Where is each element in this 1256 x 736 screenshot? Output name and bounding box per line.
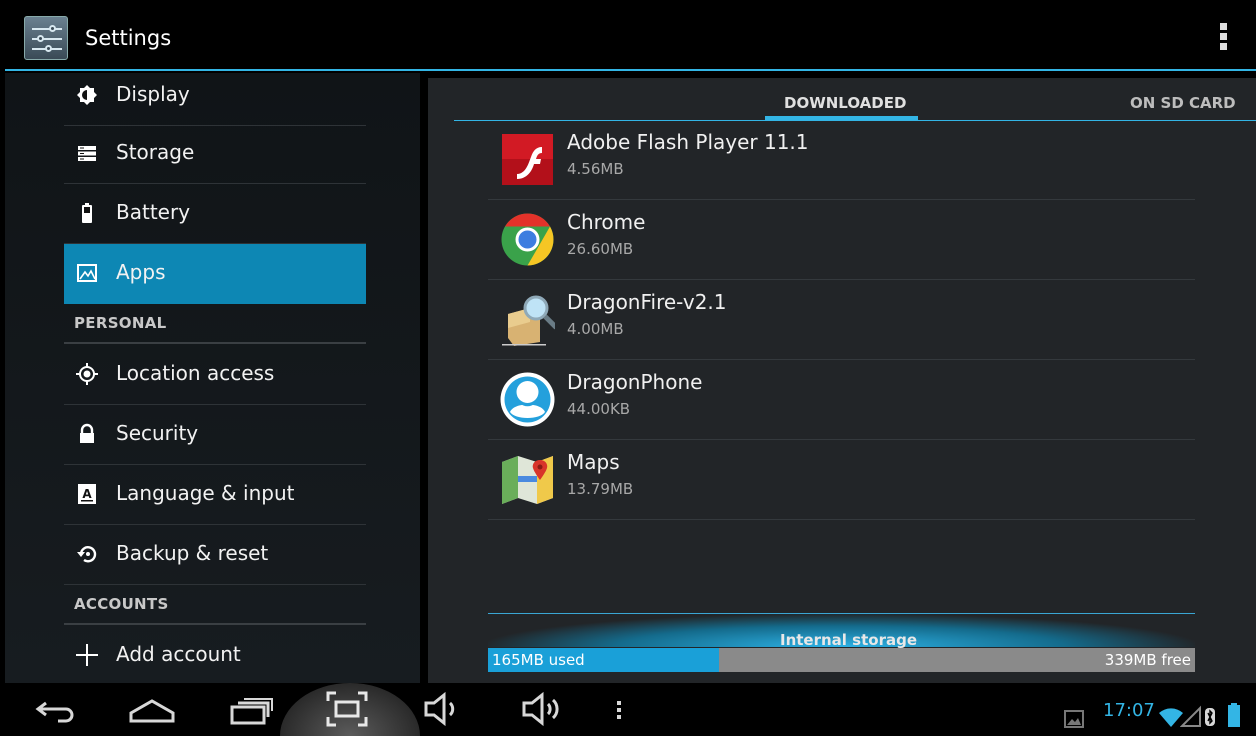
section-header-personal: PERSONAL (64, 304, 366, 344)
battery-status-icon (1228, 703, 1240, 727)
app-name: Chrome (567, 210, 646, 234)
sidebar-item-label: Display (116, 82, 190, 106)
sidebar-item-storage[interactable]: Storage (64, 124, 366, 184)
svg-text:A: A (82, 487, 92, 501)
app-name: DragonFire-v2.1 (567, 290, 727, 314)
recent-apps-icon[interactable] (228, 691, 276, 727)
action-bar: Settings (5, 5, 1256, 71)
app-size: 4.00MB (567, 320, 624, 338)
bluetooth-icon (1205, 708, 1215, 726)
sidebar-item-label: Security (116, 421, 199, 445)
sidebar-item-security[interactable]: Security (64, 405, 366, 465)
sidebar-item-label: Storage (116, 140, 195, 164)
app-name: Maps (567, 450, 620, 474)
overflow-menu-icon[interactable] (1220, 23, 1228, 53)
app-size: 44.00KB (567, 400, 631, 418)
app-size: 13.79MB (567, 480, 634, 498)
sidebar-item-label: Language & input (116, 481, 295, 505)
sidebar-item-apps[interactable]: Apps (64, 244, 366, 304)
list-item[interactable]: Chrome 26.60MB (488, 200, 1195, 280)
section-header-accounts: ACCOUNTS (64, 585, 366, 625)
backup-icon (77, 546, 97, 563)
sidebar-item-display[interactable]: Display (64, 73, 366, 126)
volume-down-icon[interactable] (424, 691, 464, 727)
back-icon[interactable] (30, 691, 78, 727)
chrome-icon (501, 213, 554, 266)
sidebar-item-add-account[interactable]: Add account (64, 626, 366, 683)
app-name: DragonPhone (567, 370, 703, 394)
settings-sliders-icon[interactable] (24, 16, 68, 60)
signal-icon (1180, 705, 1201, 727)
lock-icon (80, 423, 94, 443)
package-magnifier-icon (502, 295, 555, 346)
maps-icon (502, 456, 553, 504)
section-header-label: ACCOUNTS (74, 595, 169, 613)
dragonphone-icon (500, 372, 555, 427)
home-icon[interactable] (127, 691, 177, 727)
sidebar-item-location-access[interactable]: Location access (64, 345, 366, 405)
storage-bar: 165MB used 339MB free (488, 648, 1195, 672)
battery-icon (82, 203, 92, 223)
tab-bar: DOWNLOADED ON SD CARD (454, 78, 1256, 121)
sidebar-item-label: Backup & reset (116, 541, 269, 565)
internal-storage-meter: Internal storage 165MB used 339MB free (488, 613, 1195, 673)
sidebar-item-battery[interactable]: Battery (64, 184, 366, 244)
tab-on-sd-card[interactable]: ON SD CARD (1130, 94, 1236, 112)
gallery-notification-icon (1064, 710, 1084, 728)
list-item[interactable]: DragonFire-v2.1 4.00MB (488, 280, 1195, 360)
list-item[interactable]: DragonPhone 44.00KB (488, 360, 1195, 440)
app-name: Adobe Flash Player 11.1 (567, 130, 809, 154)
sidebar-item-label: Battery (116, 200, 191, 224)
sidebar-item-language-input[interactable]: A Language & input (64, 465, 366, 525)
section-header-label: PERSONAL (74, 314, 167, 332)
storage-used-text: 165MB used (492, 651, 585, 669)
page-title: Settings (85, 26, 172, 50)
app-size: 26.60MB (567, 240, 634, 258)
screenshot-icon[interactable] (326, 691, 368, 727)
sidebar-item-label: Add account (116, 642, 241, 666)
volume-up-icon[interactable] (522, 691, 566, 727)
location-icon (76, 363, 98, 385)
keyboard-icon: A (78, 484, 96, 504)
plus-icon (76, 644, 98, 666)
storage-icon (78, 146, 96, 161)
system-navigation-bar: 17:07 (0, 683, 1256, 736)
sidebar-item-label: Apps (116, 260, 166, 284)
storage-label: Internal storage (780, 631, 917, 649)
apps-icon (77, 264, 97, 282)
list-item[interactable]: Maps 13.79MB (488, 440, 1195, 520)
apps-pane: DOWNLOADED ON SD CARD Adobe Flash Player… (428, 78, 1256, 683)
storage-free-text: 339MB free (1104, 651, 1191, 669)
tab-downloaded[interactable]: DOWNLOADED (784, 94, 906, 112)
list-item[interactable]: Adobe Flash Player 11.1 4.56MB (488, 120, 1195, 200)
sidebar-item-label: Location access (116, 361, 275, 385)
flash-icon (502, 134, 553, 185)
brightness-icon (77, 85, 97, 105)
menu-icon[interactable] (612, 691, 626, 727)
status-clock: 17:07 (1103, 700, 1155, 721)
settings-sidebar: Display Storage Battery Apps PERSONAL Lo… (5, 73, 420, 683)
sidebar-item-backup-reset[interactable]: Backup & reset (64, 525, 366, 585)
app-size: 4.56MB (567, 160, 624, 178)
